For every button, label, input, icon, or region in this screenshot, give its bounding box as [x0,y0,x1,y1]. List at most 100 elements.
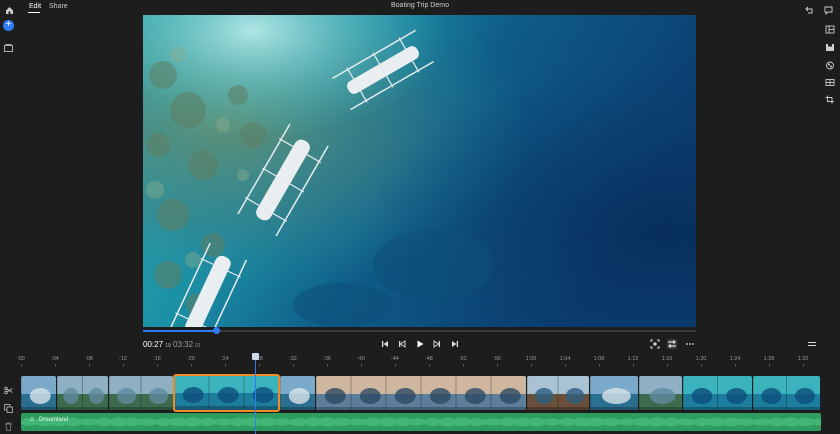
skip-to-start-icon[interactable] [380,339,390,349]
ruler-tick-mark [191,364,192,367]
ruler-tick-label: :16 [153,356,161,362]
ruler-tick-mark [701,364,702,367]
ruler-tick-mark [89,364,90,367]
ruler-tick-label: 1:00 [525,356,537,362]
ruler-tick-label: :24 [221,356,229,362]
ruler-tick-label: :00 [17,356,25,362]
ruler-tick-label: 1:16 [661,356,673,362]
ruler-tick-mark [259,364,260,367]
color-icon[interactable] [825,57,835,70]
ruler-tick-label: 1:28 [763,356,775,362]
timeline-clip[interactable] [316,376,526,410]
top-bar: Edit Share Boating Trip Demo [0,0,840,16]
video-preview[interactable] [143,15,696,327]
current-time: 00:27 19 [143,340,171,349]
ruler-tick-label: 1:04 [559,356,571,362]
media-library-icon[interactable] [4,39,13,52]
duplicate-icon[interactable] [4,400,13,413]
ruler-tick-mark [463,364,464,367]
playhead-handle[interactable] [252,353,259,360]
more-options-icon[interactable] [685,339,695,349]
project-title: Boating Trip Demo [391,2,449,9]
ruler-tick-mark [225,364,226,367]
home-icon[interactable] [5,2,14,14]
chat-icon[interactable] [824,2,833,16]
layout-icon[interactable] [825,21,835,34]
plus-icon[interactable]: + [3,20,14,31]
playhead-line [255,357,256,434]
timeline-clip[interactable] [57,376,108,410]
tab-share[interactable]: Share [49,2,68,11]
ruler-tick-mark [565,364,566,367]
audio-track[interactable]: ♫ Dreamland [21,413,821,431]
skip-to-end-icon[interactable] [450,339,460,349]
ruler-tick-label: :40 [357,356,365,362]
ruler-tick-label: :52 [459,356,467,362]
play-icon[interactable] [415,339,425,349]
fit-to-screen-icon[interactable] [650,339,660,349]
timeline-clip[interactable] [21,376,56,410]
ruler-tick-mark [395,364,396,367]
ruler-tick-mark [599,364,600,367]
ruler-tick-label: :12 [119,356,127,362]
ruler-tick-mark [157,364,158,367]
timeline-ruler[interactable]: :00:04:08:12:16:20:24:28:32:36:40:44:48:… [17,353,822,367]
transitions-icon[interactable] [825,74,835,86]
scrub-progress [143,330,216,332]
ruler-tick-mark [803,364,804,367]
undo-icon[interactable] [805,2,814,14]
ruler-tick-mark [531,364,532,367]
ruler-tick-label: :36 [323,356,331,362]
timeline-clip[interactable] [527,376,589,410]
ruler-tick-mark [327,364,328,367]
ruler-tick-label: :08 [85,356,93,362]
ruler-tick-label: 1:12 [627,356,639,362]
ruler-tick-label: :20 [187,356,195,362]
timeline-menu-icon[interactable] [807,339,817,349]
ruler-tick-label: :56 [493,356,501,362]
loop-icon[interactable] [667,339,677,349]
timeline-clip[interactable] [639,376,682,410]
ruler-tick-mark [735,364,736,367]
timeline-clip-selected[interactable] [173,374,280,412]
step-forward-icon[interactable] [432,339,442,349]
audio-track-label: Dreamland [39,417,69,423]
scrub-handle[interactable] [212,327,220,334]
music-note-icon: ♫ [29,416,35,423]
ruler-tick-mark [769,364,770,367]
ruler-tick-label: :04 [51,356,59,362]
ruler-tick-label: 1:24 [729,356,741,362]
ruler-tick-mark [293,364,294,367]
duration: 03:32 01 [173,340,201,349]
ruler-tick-label: :32 [289,356,297,362]
ruler-tick-mark [21,364,22,367]
scrub-bar[interactable] [143,327,696,334]
ruler-tick-mark [123,364,124,367]
timeline-clip[interactable] [753,376,820,410]
crop-icon[interactable] [825,91,835,104]
ruler-tick-label: 1:08 [593,356,605,362]
timeline-clip[interactable] [109,376,173,410]
duration-frames: 01 [195,343,201,349]
ruler-tick-label: 1:20 [695,356,707,362]
tab-edit[interactable]: Edit [29,2,41,11]
ruler-tick-label: :44 [391,356,399,362]
ruler-tick-mark [497,364,498,367]
save-icon[interactable] [825,39,835,51]
ruler-tick-mark [55,364,56,367]
ruler-tick-mark [667,364,668,367]
ruler-tick-mark [429,364,430,367]
active-tab-indicator [28,12,40,13]
left-rail [0,14,18,434]
scissors-icon[interactable] [4,382,13,395]
ruler-tick-mark [361,364,362,367]
ruler-tick-mark [633,364,634,367]
current-frames: 19 [165,343,171,349]
timeline-clip[interactable] [683,376,752,410]
video-track [21,374,821,412]
timeline-clip[interactable] [590,376,638,410]
ruler-tick-label: 1:32 [797,356,809,362]
trash-icon[interactable] [4,418,13,431]
step-back-icon[interactable] [397,339,407,349]
timeline-clip[interactable] [280,376,315,410]
